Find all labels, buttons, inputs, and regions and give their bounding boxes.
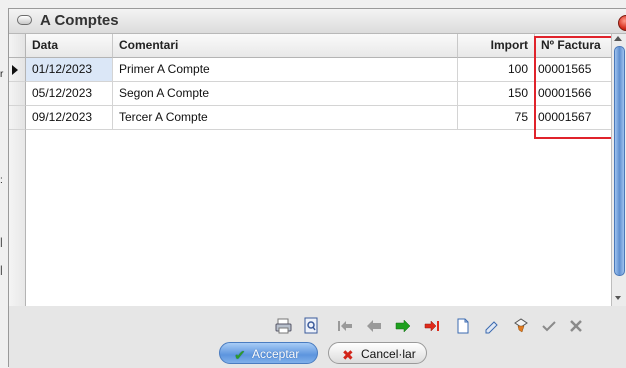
- window-title: A Comptes: [40, 12, 119, 29]
- preview-icon[interactable]: [302, 317, 320, 335]
- scroll-up-icon[interactable]: [614, 36, 622, 41]
- scroll-thumb[interactable]: [614, 46, 625, 276]
- header-indicator: [9, 34, 26, 58]
- cancel-button[interactable]: ✖ Cancel·lar: [328, 342, 427, 364]
- first-record-icon[interactable]: [336, 317, 354, 335]
- indicator-column: [9, 130, 26, 306]
- navigator-toolbar: ✔ Acceptar ✖ Cancel·lar: [9, 306, 626, 368]
- window-icon: [17, 15, 32, 25]
- cell-import[interactable]: 75: [458, 106, 535, 130]
- column-header-comentari[interactable]: Comentari: [113, 34, 458, 58]
- column-header-import[interactable]: Import: [458, 34, 535, 58]
- print-icon[interactable]: [275, 317, 293, 335]
- cell-data[interactable]: 01/12/2023: [26, 58, 113, 82]
- last-record-icon[interactable]: [423, 317, 441, 335]
- title-bar: A Comptes: [9, 9, 626, 34]
- a-comptes-dialog: A Comptes Data Comentari Import Nº Factu…: [8, 8, 626, 368]
- cell-factura[interactable]: 00001567: [535, 106, 614, 130]
- edge-mark: |: [0, 265, 3, 276]
- cell-import[interactable]: 100: [458, 58, 535, 82]
- edge-mark: |: [0, 237, 3, 248]
- edit-record-icon[interactable]: [483, 317, 501, 335]
- previous-record-icon[interactable]: [365, 317, 383, 335]
- cell-comentari[interactable]: Tercer A Compte: [113, 106, 458, 130]
- cell-comentari[interactable]: Primer A Compte: [113, 58, 458, 82]
- row-indicator: [9, 58, 26, 82]
- cell-factura[interactable]: 00001565: [535, 58, 614, 82]
- column-header-factura[interactable]: Nº Factura: [535, 34, 614, 58]
- close-button[interactable]: [618, 15, 626, 31]
- clear-filter-icon[interactable]: [512, 317, 530, 335]
- cancel-button-label: Cancel·lar: [361, 347, 416, 361]
- a-comptes-grid[interactable]: Data Comentari Import Nº Factura 01/12/2…: [9, 34, 614, 306]
- edge-mark: :: [0, 175, 3, 186]
- new-record-icon[interactable]: [454, 317, 472, 335]
- cell-comentari[interactable]: Segon A Compte: [113, 82, 458, 106]
- cell-data[interactable]: 09/12/2023: [26, 106, 113, 130]
- cross-icon: ✖: [342, 347, 354, 363]
- column-header-data[interactable]: Data: [26, 34, 113, 58]
- current-row-arrow-icon: [12, 65, 18, 75]
- edge-mark: r: [0, 69, 4, 80]
- left-edge: r : | |: [0, 0, 8, 367]
- confirm-icon[interactable]: [540, 317, 558, 335]
- accept-button-label: Acceptar: [252, 347, 300, 361]
- vertical-scrollbar[interactable]: [611, 34, 626, 306]
- cell-data[interactable]: 05/12/2023: [26, 82, 113, 106]
- accept-button[interactable]: ✔ Acceptar: [219, 342, 318, 364]
- cell-import[interactable]: 150: [458, 82, 535, 106]
- cancel-icon[interactable]: [567, 317, 585, 335]
- check-icon: ✔: [234, 347, 246, 363]
- scroll-down-icon[interactable]: [615, 296, 621, 300]
- next-record-icon[interactable]: [394, 317, 412, 335]
- cell-factura[interactable]: 00001566: [535, 82, 614, 106]
- row-indicator: [9, 106, 26, 130]
- row-indicator: [9, 82, 26, 106]
